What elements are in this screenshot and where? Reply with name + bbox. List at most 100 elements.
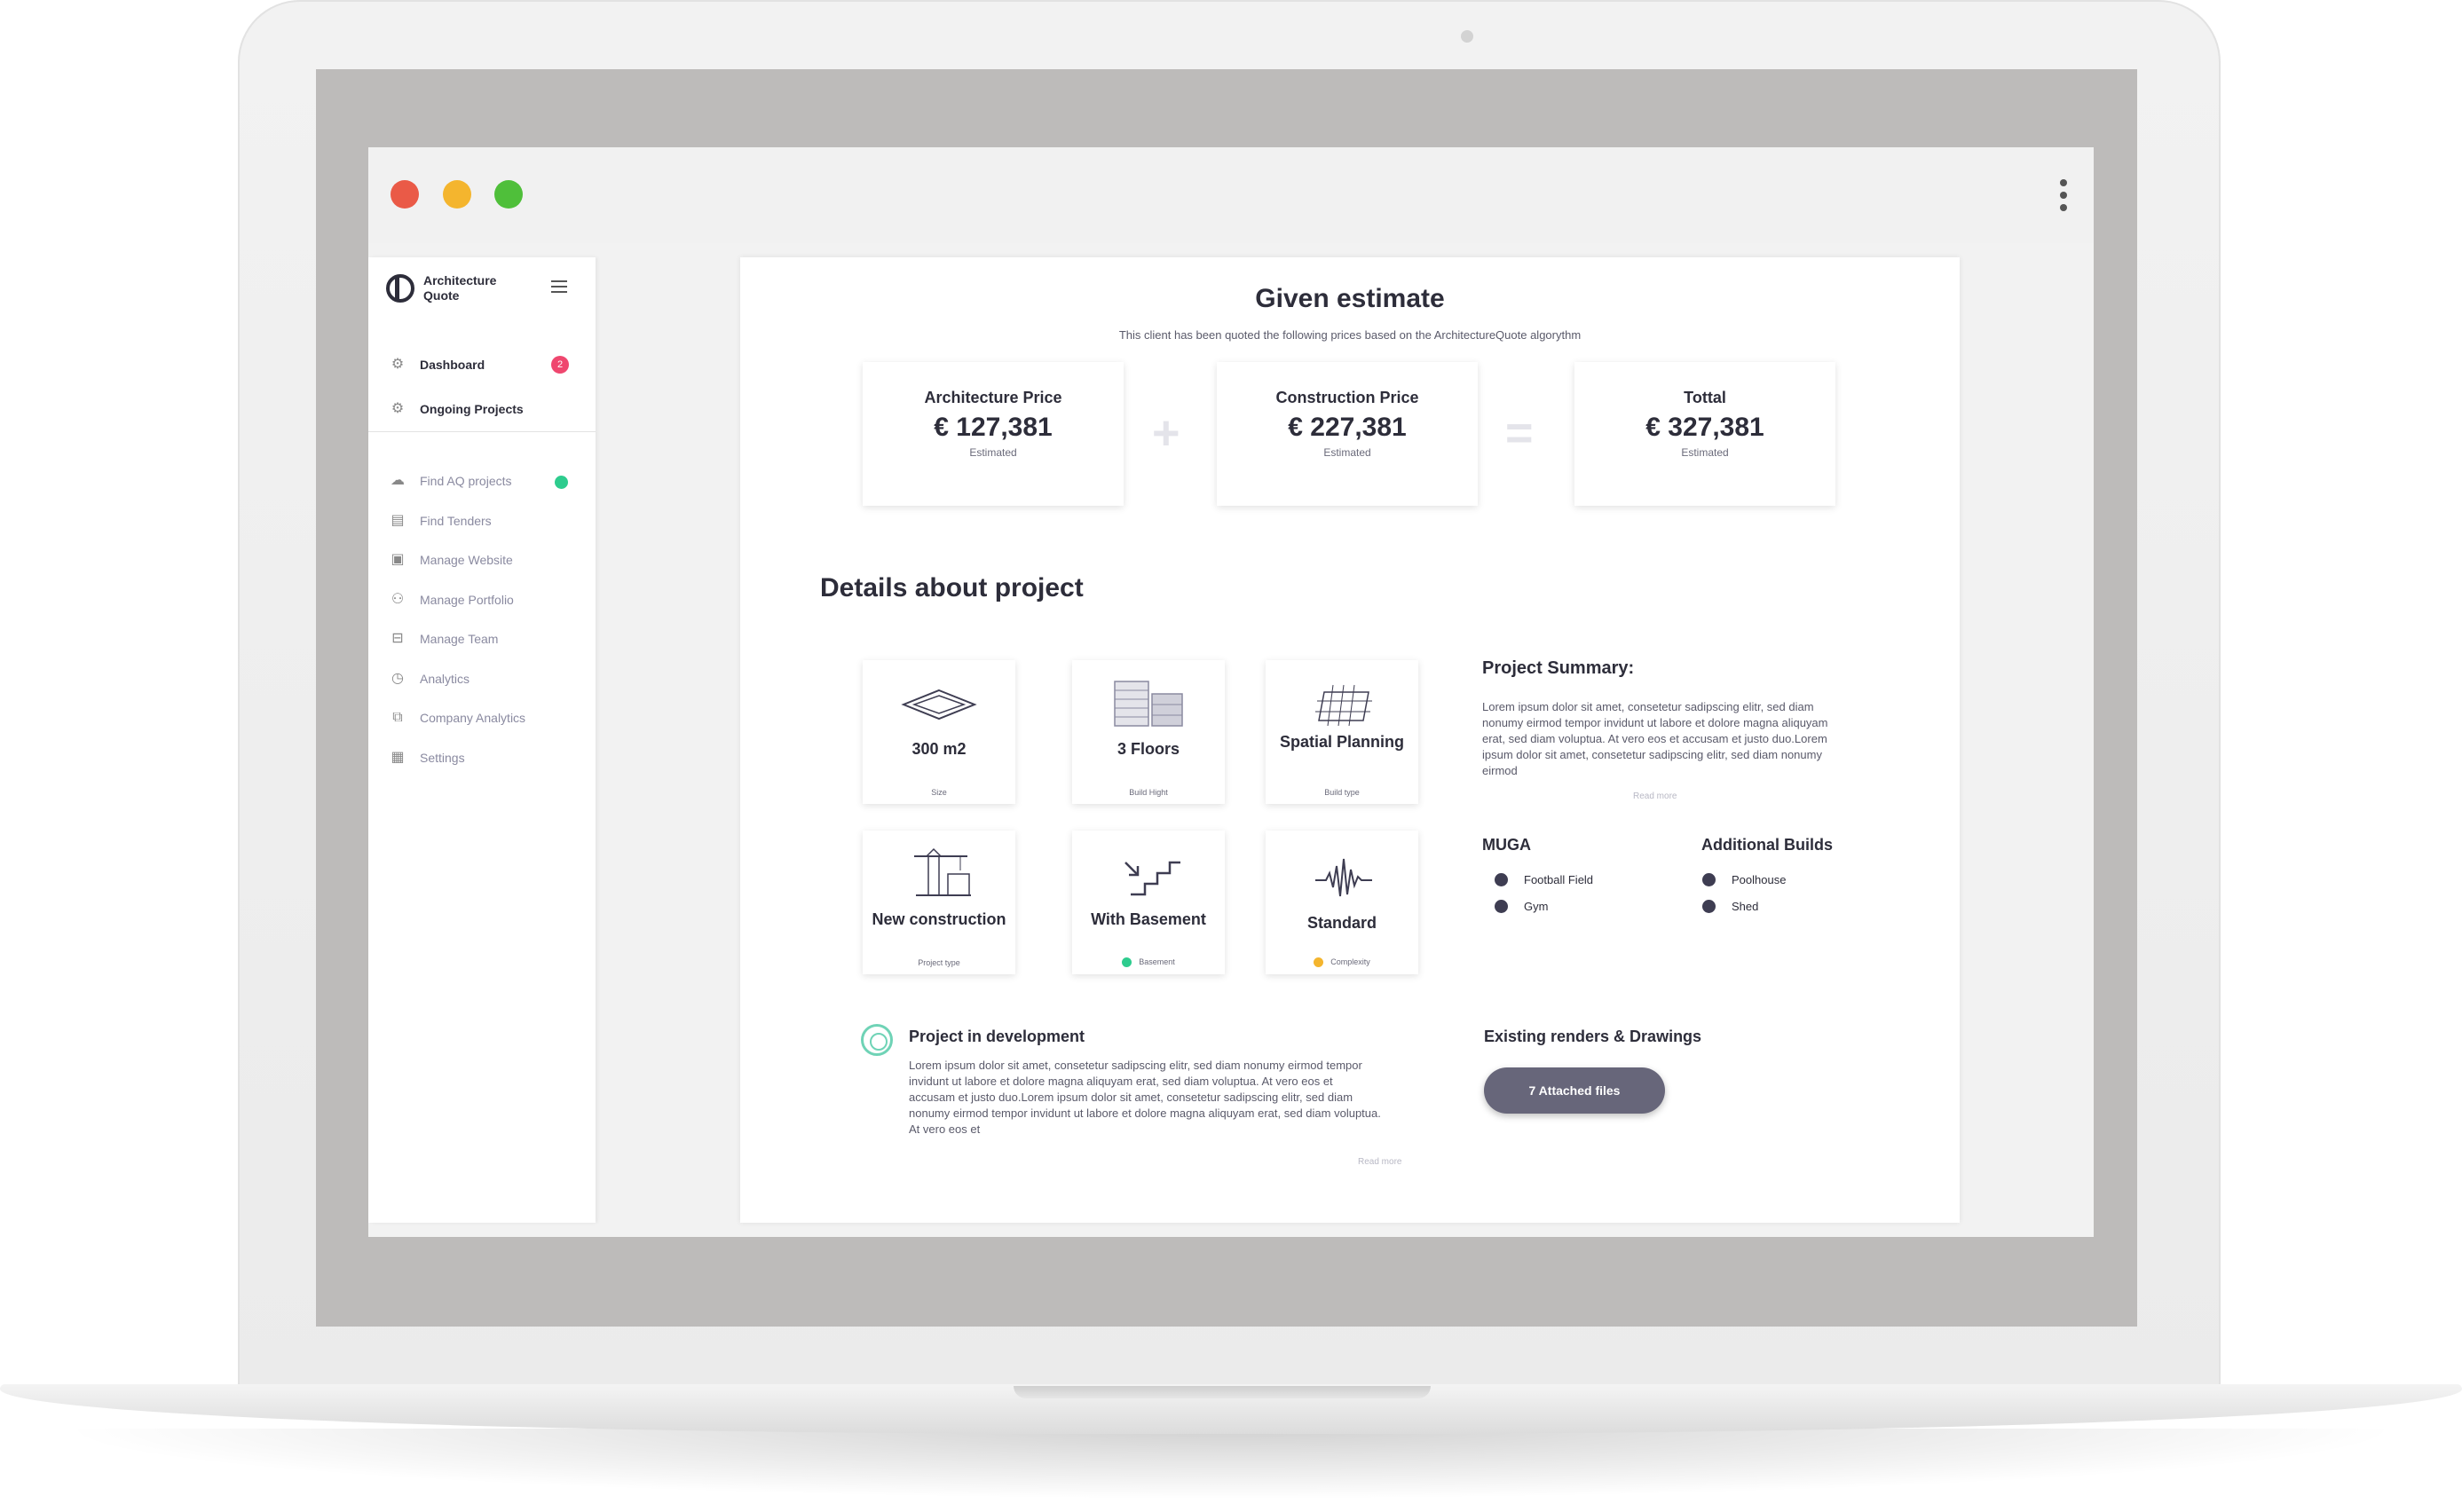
price-value: € 127,381 <box>934 413 1053 442</box>
sidebar-divider <box>368 431 596 432</box>
sidebar: Architecture Quote ⚙ Dashboard 2 ⚙ Ongoi… <box>368 257 596 1223</box>
camera-icon <box>1461 30 1473 43</box>
price-note: Estimated <box>1681 446 1729 459</box>
tile-label: Build Hight <box>1129 788 1168 797</box>
sidebar-item-label: Settings <box>420 750 465 765</box>
equals-icon: = <box>1505 406 1534 460</box>
gamepad-icon: ⊟ <box>391 631 404 647</box>
window-titlebar <box>368 147 2094 243</box>
calendar-icon: ▦ <box>391 749 405 765</box>
sidebar-item-manage-team[interactable]: ⊟ Manage Team <box>368 619 596 659</box>
sidebar-item-label: Ongoing Projects <box>420 402 524 416</box>
sidebar-item-label: Manage Portfolio <box>420 592 514 607</box>
notification-badge: 2 <box>551 356 569 374</box>
play-circle-icon <box>861 1024 893 1056</box>
primary-nav: ⚙ Dashboard 2 ⚙ Ongoing Projects <box>368 343 596 431</box>
sidebar-item-analytics[interactable]: ◷ Analytics <box>368 659 596 699</box>
buildings-icon <box>1114 681 1183 727</box>
gear-icon: ⚙ <box>391 401 405 416</box>
brand-logo-icon <box>386 274 414 303</box>
sidebar-item-settings[interactable]: ▦ Settings <box>368 738 596 778</box>
tile-label: Size <box>931 788 947 797</box>
tile-label: Complexity <box>1266 957 1418 967</box>
summary-read-more-link[interactable]: Read more <box>1633 791 1677 801</box>
list-item-label: Shed <box>1732 900 1759 913</box>
maximize-window-button[interactable] <box>494 180 523 209</box>
bullet-dot <box>1495 873 1508 886</box>
users-icon: ⚇ <box>391 591 405 607</box>
sidebar-item-ongoing-projects[interactable]: ⚙ Ongoing Projects <box>368 387 596 431</box>
sidebar-item-manage-website[interactable]: ▣ Manage Website <box>368 540 596 580</box>
bullet-dot <box>1495 900 1508 913</box>
secondary-nav: ☁ Find AQ projects ▤ Find Tenders ▣ Mana… <box>368 461 596 777</box>
tile-value: Standard <box>1306 914 1377 932</box>
tile-value: New construction <box>872 910 1006 928</box>
laptop-notch <box>1014 1386 1431 1398</box>
development-read-more-link[interactable]: Read more <box>1358 1157 1401 1167</box>
sidebar-item-label: Analytics <box>420 671 470 686</box>
sidebar-item-manage-portfolio[interactable]: ⚇ Manage Portfolio <box>368 580 596 620</box>
gear-icon: ⚙ <box>391 357 405 372</box>
minimize-window-button[interactable] <box>443 180 471 209</box>
sidebar-item-dashboard[interactable]: ⚙ Dashboard 2 <box>368 343 596 387</box>
list-item-label: Gym <box>1524 900 1549 913</box>
muga-title: MUGA <box>1482 836 1531 854</box>
tile-label-text: Basement <box>1139 957 1175 966</box>
sidebar-item-label: Find AQ projects <box>420 474 512 489</box>
price-label: Construction Price <box>1275 389 1419 406</box>
price-label: Architecture Price <box>924 389 1062 406</box>
plus-icon: + <box>1152 406 1180 460</box>
status-dot <box>1314 957 1324 967</box>
browser-window: Architecture Quote ⚙ Dashboard 2 ⚙ Ongoi… <box>368 147 2094 1237</box>
main-content: Given estimate This client has been quot… <box>740 257 1960 1223</box>
sidebar-item-label: Company Analytics <box>420 711 526 726</box>
copy-icon: ⧉ <box>392 710 403 726</box>
sidebar-item-label: Manage Team <box>420 632 499 647</box>
development-text: Lorem ipsum dolor sit amet, consetetur s… <box>909 1059 1381 1136</box>
price-note: Estimated <box>969 446 1017 459</box>
sidebar-item-find-tenders[interactable]: ▤ Find Tenders <box>368 501 596 541</box>
tile-value: With Basement <box>1091 910 1206 928</box>
sidebar-item-find-aq-projects[interactable]: ☁ Find AQ projects <box>368 461 596 501</box>
cloud-upload-icon: ☁ <box>391 473 405 489</box>
summary-text: Lorem ipsum dolor sit amet, consetetur s… <box>1482 700 1828 777</box>
close-window-button[interactable] <box>391 180 419 209</box>
details-title: Details about project <box>820 573 1084 602</box>
summary-title: Project Summary: <box>1482 658 1635 678</box>
tile-value: 3 Floors <box>1117 740 1180 758</box>
sidebar-item-label: Find Tenders <box>420 513 492 528</box>
waveform-icon <box>1315 858 1372 897</box>
size-tile: 300 m2 Size <box>863 660 1015 804</box>
tile-label: Basement <box>1072 957 1225 967</box>
list-item: Poolhouse <box>1702 873 1786 886</box>
price-value: € 327,381 <box>1645 413 1764 442</box>
floors-tile: 3 Floors Build Hight <box>1072 660 1225 804</box>
build-type-tile: Spatial Planning Build type <box>1266 660 1418 804</box>
kebab-menu-icon[interactable] <box>2060 179 2069 211</box>
tile-value: Spatial Planning <box>1279 733 1405 751</box>
bullet-dot <box>1702 900 1716 913</box>
attached-files-button[interactable]: 7 Attached files <box>1484 1067 1665 1114</box>
project-type-tile: New construction Project type <box>863 831 1015 974</box>
brand[interactable]: Architecture Quote <box>386 273 521 303</box>
tile-label: Build type <box>1324 788 1360 797</box>
sidebar-item-label: Dashboard <box>420 358 485 372</box>
message-icon: ▤ <box>391 512 405 528</box>
renders-title: Existing renders & Drawings <box>1484 1028 1702 1045</box>
estimate-subtitle: This client has been quoted the followin… <box>1118 328 1582 342</box>
stairs-down-icon <box>1124 861 1180 896</box>
floor-plane-icon <box>901 689 977 721</box>
hamburger-menu-icon[interactable] <box>551 280 567 296</box>
price-note: Estimated <box>1323 446 1371 459</box>
brand-name: Architecture Quote <box>423 273 497 303</box>
sidebar-item-label: Manage Website <box>420 553 513 568</box>
image-icon: ▣ <box>391 552 405 568</box>
grid-planning-icon <box>1315 684 1372 727</box>
list-item: Football Field <box>1495 873 1593 886</box>
sidebar-item-company-analytics[interactable]: ⧉ Company Analytics <box>368 698 596 738</box>
list-item-label: Poolhouse <box>1732 873 1787 886</box>
estimate-title: Given estimate <box>1255 284 1445 313</box>
price-label: Tottal <box>1684 389 1726 406</box>
clock-icon: ◷ <box>391 670 404 686</box>
list-item-label: Football Field <box>1524 873 1594 886</box>
